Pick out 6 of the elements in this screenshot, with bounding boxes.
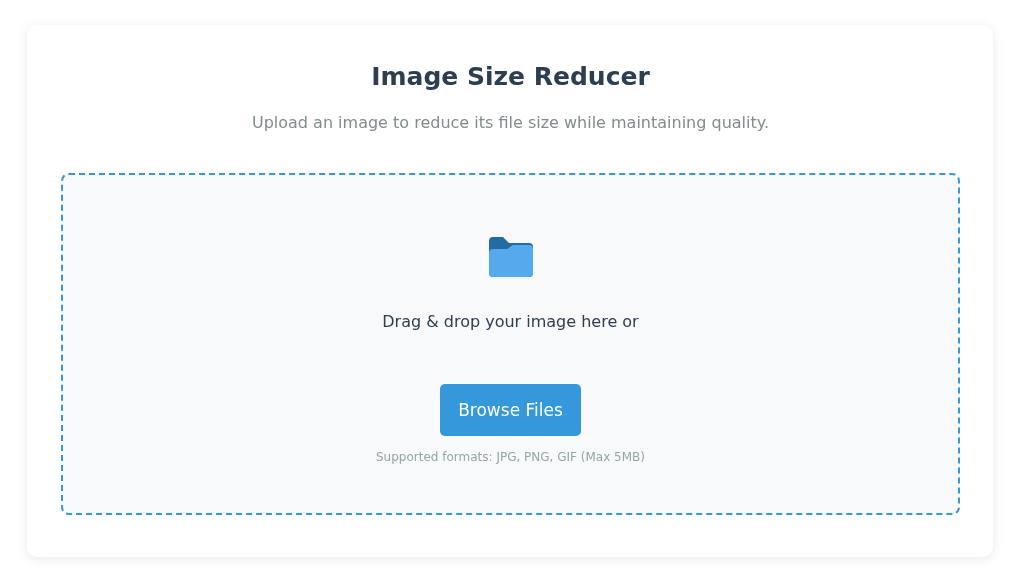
folder-icon [488,237,533,277]
supported-formats-hint: Supported formats: JPG, PNG, GIF (Max 5MB) [376,450,645,464]
browse-files-button[interactable]: Browse Files [440,384,581,436]
page-title: Image Size Reducer [370,61,651,93]
drop-prompt: Drag & drop your image here or [382,311,639,333]
subtitle: Upload an image to reduce its file size while maintaining quality. [250,112,771,134]
